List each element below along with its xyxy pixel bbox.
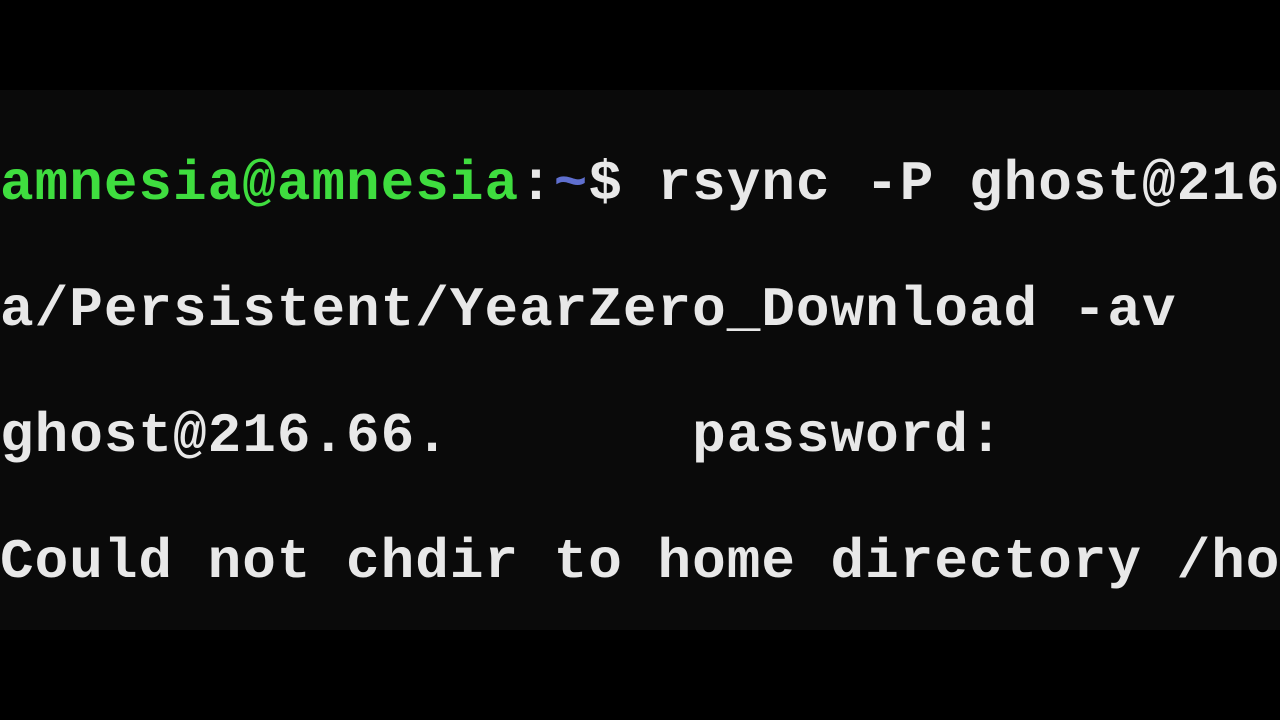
prompt-path: ~ xyxy=(554,152,589,216)
password-prompt-line: ghost@216.66. password: xyxy=(0,405,1280,468)
command-part1: rsync -P ghost@216.66. xyxy=(623,152,1280,216)
letterbox-bottom xyxy=(0,630,1280,720)
password-host: ghost@216.66. xyxy=(0,404,450,468)
prompt-user-host: amnesia@amnesia xyxy=(0,152,519,216)
letterbox-top xyxy=(0,0,1280,90)
prompt-separator: : xyxy=(519,152,554,216)
chdir-error-line: Could not chdir to home directory /home/… xyxy=(0,531,1280,594)
prompt-symbol: $ xyxy=(588,152,623,216)
command-line-1: amnesia@amnesia:~$ rsync -P ghost@216.66… xyxy=(0,153,1280,216)
command-line-2: a/Persistent/YearZero_Download -av xyxy=(0,279,1280,342)
terminal-output: amnesia@amnesia:~$ rsync -P ghost@216.66… xyxy=(0,90,1280,630)
password-label: password: xyxy=(450,404,1004,468)
